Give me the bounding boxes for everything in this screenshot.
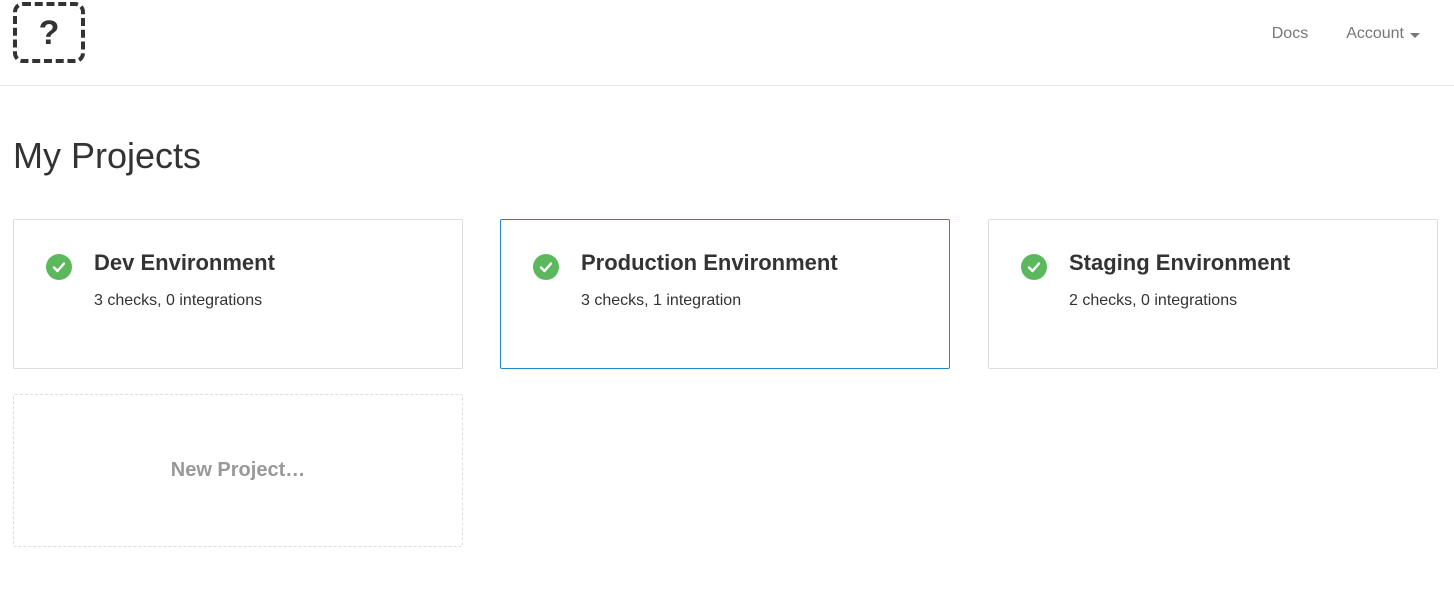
docs-link[interactable]: Docs xyxy=(1272,24,1308,44)
logo-glyph: ? xyxy=(38,13,60,52)
check-circle-icon xyxy=(533,254,559,280)
top-navbar: ? Docs Account xyxy=(0,0,1454,86)
project-card-production[interactable]: Production Environment 3 checks, 1 integ… xyxy=(500,219,950,369)
new-project-label: New Project… xyxy=(170,459,306,481)
check-circle-icon xyxy=(46,254,72,280)
project-name: Staging Environment xyxy=(1069,250,1291,275)
project-meta: 3 checks, 1 integration xyxy=(581,292,742,309)
project-meta: 2 checks, 0 integrations xyxy=(1069,292,1238,309)
check-circle-icon xyxy=(1021,254,1047,280)
project-meta: 3 checks, 0 integrations xyxy=(94,292,263,309)
account-label: Account xyxy=(1346,25,1404,42)
caret-down-icon xyxy=(1410,32,1420,38)
account-dropdown[interactable]: Account xyxy=(1346,24,1420,44)
project-name: Dev Environment xyxy=(94,250,275,275)
nav-links: Docs Account xyxy=(1272,24,1420,44)
new-project-button[interactable]: New Project… xyxy=(13,394,463,547)
project-card-dev[interactable]: Dev Environment 3 checks, 0 integrations xyxy=(13,219,463,369)
logo-icon[interactable]: ? xyxy=(13,2,85,63)
project-card-staging[interactable]: Staging Environment 2 checks, 0 integrat… xyxy=(988,219,1438,369)
project-name: Production Environment xyxy=(581,250,838,275)
page-title: My Projects xyxy=(13,135,202,176)
